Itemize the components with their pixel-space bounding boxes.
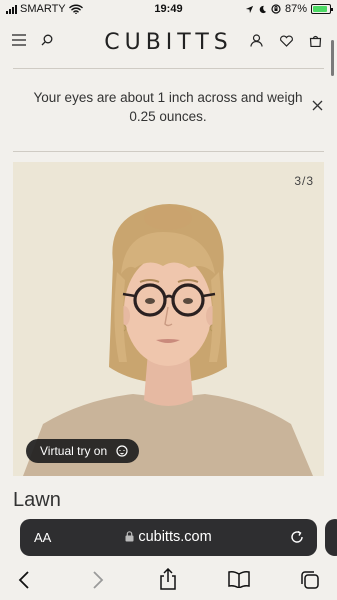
header-divider bbox=[13, 68, 324, 69]
moon-icon bbox=[259, 5, 267, 13]
tabs-icon[interactable] bbox=[300, 570, 320, 590]
virtual-try-on-label: Virtual try on bbox=[40, 444, 108, 458]
model-portrait bbox=[13, 162, 324, 476]
next-tab-preview[interactable] bbox=[325, 519, 337, 556]
url-display[interactable]: cubitts.com bbox=[20, 529, 317, 545]
close-icon[interactable] bbox=[312, 100, 323, 111]
site-header: CUBITTS bbox=[0, 26, 337, 62]
lock-icon bbox=[125, 531, 134, 542]
share-icon[interactable] bbox=[158, 568, 178, 590]
page-scrollbar[interactable] bbox=[331, 40, 334, 76]
rotation-lock-icon bbox=[271, 4, 281, 14]
status-bar: SMARTY 19:49 87% bbox=[0, 0, 337, 18]
image-counter: 3/3 bbox=[294, 174, 314, 188]
forward-icon[interactable] bbox=[92, 570, 104, 590]
heart-icon[interactable] bbox=[279, 34, 294, 47]
url-text: cubitts.com bbox=[138, 529, 212, 545]
announcement-divider bbox=[13, 151, 324, 152]
announcement-text: Your eyes are about 1 inch across and we… bbox=[33, 90, 303, 124]
battery-icon bbox=[311, 4, 333, 14]
virtual-try-on-button[interactable]: Virtual try on bbox=[26, 439, 140, 463]
product-image[interactable]: 3/3 Virtual try on bbox=[13, 162, 324, 476]
browser-address-bar[interactable]: AA cubitts.com bbox=[20, 519, 317, 556]
account-icon[interactable] bbox=[250, 34, 263, 47]
back-icon[interactable] bbox=[18, 570, 30, 590]
battery-percent: 87% bbox=[284, 3, 307, 15]
bag-icon[interactable] bbox=[309, 34, 322, 47]
browser-toolbar bbox=[0, 566, 337, 596]
bookmarks-icon[interactable] bbox=[228, 570, 250, 588]
location-icon bbox=[245, 5, 254, 13]
reload-icon[interactable] bbox=[289, 529, 305, 545]
face-scan-icon bbox=[116, 445, 128, 457]
status-right: 87% bbox=[245, 3, 333, 15]
product-name: Lawn bbox=[13, 489, 61, 511]
